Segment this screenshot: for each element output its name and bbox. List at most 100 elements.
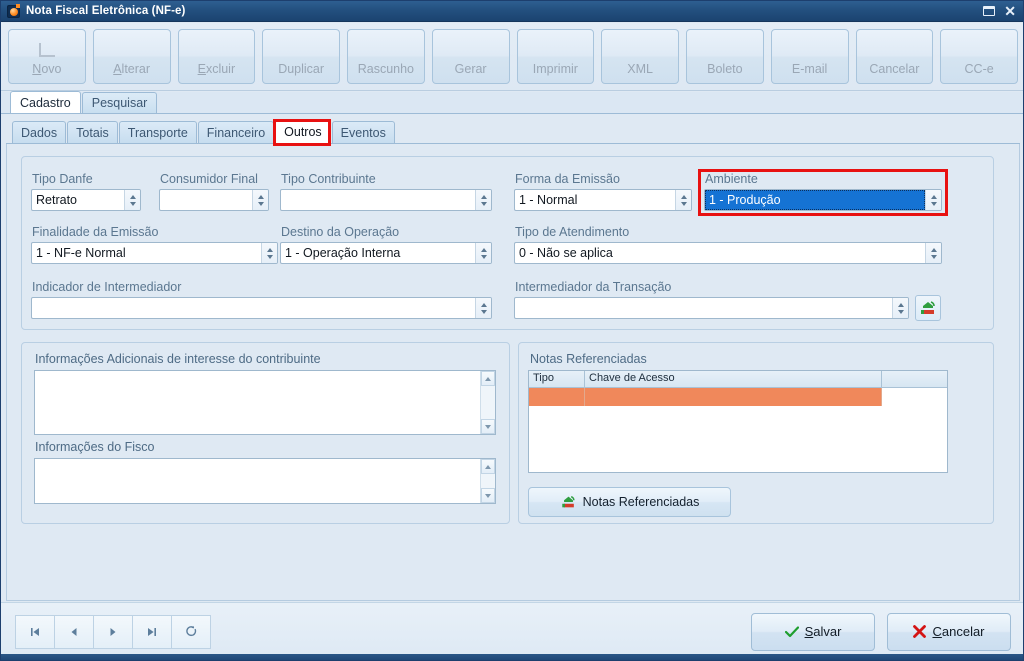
- toolbar-button-alterar[interactable]: Alterar: [92, 29, 171, 84]
- label-finalidade-emissao: Finalidade da Emissão: [32, 225, 159, 239]
- toolbar-button-gerar[interactable]: Gerar: [431, 29, 510, 84]
- outer-tabstrip: Cadastro Pesquisar: [1, 91, 1023, 114]
- toolbar-label-novo: Novo: [32, 62, 62, 76]
- save-button[interactable]: Salvar: [751, 612, 875, 651]
- combo-ambiente-spinner[interactable]: [925, 190, 941, 210]
- nav-prev-button[interactable]: [54, 614, 94, 649]
- combo-intermediador-transacao-spinner[interactable]: [892, 298, 908, 318]
- combo-tipo-contribuinte[interactable]: [280, 189, 492, 211]
- toolbar-label-cce: CC-e: [964, 62, 994, 76]
- combo-tipo-danfe[interactable]: Retrato: [31, 189, 141, 211]
- nav-next-button[interactable]: [93, 614, 133, 649]
- scroll-up-button[interactable]: [481, 371, 495, 386]
- label-indicador-intermediador: Indicador de Intermediador: [32, 280, 182, 294]
- tab-dados[interactable]: Dados: [12, 121, 67, 143]
- combo-tipo-danfe-spinner[interactable]: [124, 190, 140, 210]
- grid-column-tipo[interactable]: Tipo: [529, 371, 585, 387]
- notas-referenciadas-button[interactable]: Notas Referenciadas: [528, 487, 731, 517]
- combo-tipo-atendimento-spinner[interactable]: [925, 243, 941, 263]
- combo-tipo-atendimento[interactable]: 0 - Não se aplica: [514, 242, 942, 264]
- combo-ambiente-value: 1 - Produção: [705, 190, 925, 210]
- toolbar-button-excluir[interactable]: Excluir: [177, 29, 256, 84]
- tab-totais[interactable]: Totais: [67, 121, 118, 143]
- grid-row[interactable]: [529, 388, 947, 406]
- tab-pesquisar[interactable]: Pesquisar: [81, 92, 158, 113]
- label-consumidor-final: Consumidor Final: [160, 172, 258, 186]
- memo-informacoes-adicionais-value[interactable]: [35, 371, 480, 434]
- cancel-button[interactable]: Cancelar: [887, 612, 1011, 651]
- draft-icon: [378, 43, 394, 57]
- memo-fisco-scrollbar[interactable]: [480, 459, 495, 503]
- nav-last-button[interactable]: [132, 614, 172, 649]
- toolbar-button-cancelar[interactable]: Cancelar: [855, 29, 934, 84]
- notas-icon: [561, 495, 575, 508]
- label-destino-operacao: Destino da Operação: [281, 225, 400, 239]
- toolbar-button-boleto[interactable]: Boleto: [686, 29, 764, 84]
- toolbar-button-rascunho[interactable]: Rascunho: [347, 29, 425, 84]
- combo-destino-operacao-spinner[interactable]: [475, 243, 491, 263]
- memo-informacoes-adicionais[interactable]: [34, 370, 496, 435]
- main-toolbar: Novo Alterar Excluir Duplicar Rascunho G…: [1, 23, 1023, 91]
- combo-intermediador-transacao[interactable]: [514, 297, 909, 319]
- cancel-button-label: Cancelar: [932, 624, 985, 639]
- toolbar-label-email: E-mail: [791, 62, 828, 76]
- notas-referenciadas-title: Notas Referenciadas: [530, 352, 647, 366]
- grid-cell-tipo: [529, 388, 585, 406]
- toolbar-label-rascunho: Rascunho: [357, 62, 415, 76]
- tab-outros[interactable]: Outros: [275, 120, 331, 143]
- notas-referenciadas-button-label: Notas Referenciadas: [582, 495, 700, 509]
- toolbar-label-xml: XML: [627, 62, 653, 76]
- memo-informacoes-fisco-value[interactable]: [35, 459, 480, 503]
- combo-consumidor-final[interactable]: [159, 189, 269, 211]
- scroll-track[interactable]: [481, 386, 495, 419]
- combo-tipo-danfe-value: Retrato: [36, 193, 77, 207]
- scroll-up-button[interactable]: [481, 459, 495, 474]
- new-document-icon: [38, 43, 55, 57]
- window-title: Nota Fiscal Eletrônica (NF-e): [26, 5, 186, 17]
- memo-informacoes-fisco[interactable]: [34, 458, 496, 504]
- toolbar-button-cce[interactable]: CC-e: [940, 29, 1018, 84]
- tab-cadastro[interactable]: Cadastro: [10, 91, 81, 113]
- toolbar-button-imprimir[interactable]: Imprimir: [516, 29, 595, 84]
- grid-column-chave[interactable]: Chave de Acesso: [585, 371, 882, 387]
- scroll-track[interactable]: [481, 474, 495, 488]
- restore-window-button[interactable]: [983, 6, 996, 16]
- nav-first-button[interactable]: [15, 614, 55, 649]
- tab-transporte[interactable]: Transporte: [118, 121, 197, 143]
- toolbar-button-novo[interactable]: Novo: [8, 29, 86, 84]
- combo-tipo-contribuinte-spinner[interactable]: [475, 190, 491, 210]
- label-tipo-danfe: Tipo Danfe: [32, 172, 93, 186]
- tab-eventos[interactable]: Eventos: [331, 121, 395, 143]
- scroll-down-button[interactable]: [481, 419, 495, 434]
- combo-destino-operacao[interactable]: 1 - Operação Interna: [280, 242, 492, 264]
- close-window-button[interactable]: ✕: [1004, 4, 1016, 18]
- toolbar-button-email[interactable]: E-mail: [770, 29, 849, 84]
- label-tipo-atendimento: Tipo de Atendimento: [515, 225, 630, 239]
- x-icon: [913, 625, 927, 638]
- combo-forma-emissao[interactable]: 1 - Normal: [514, 189, 692, 211]
- prev-record-icon: [71, 627, 77, 636]
- label-forma-emissao: Forma da Emissão: [515, 172, 620, 186]
- memo-adicionais-scrollbar[interactable]: [480, 371, 495, 434]
- combo-consumidor-final-spinner[interactable]: [252, 190, 268, 210]
- combo-finalidade-emissao-spinner[interactable]: [261, 243, 277, 263]
- toolbar-button-duplicar[interactable]: Duplicar: [262, 29, 340, 84]
- combo-ambiente[interactable]: 1 - Produção: [704, 189, 942, 211]
- toolbar-label-imprimir: Imprimir: [532, 62, 578, 76]
- combo-indicador-intermediador[interactable]: [31, 297, 492, 319]
- notas-referenciadas-grid[interactable]: Tipo Chave de Acesso: [528, 370, 948, 473]
- intermediador-lookup-button[interactable]: [915, 295, 941, 321]
- tab-financeiro[interactable]: Financeiro: [197, 121, 275, 143]
- footer-bar: Salvar Cancelar: [1, 602, 1023, 660]
- toolbar-label-boleto: Boleto: [707, 62, 743, 76]
- combo-finalidade-emissao-value: 1 - NF-e Normal: [36, 246, 126, 260]
- combo-forma-emissao-value: 1 - Normal: [519, 193, 578, 207]
- label-informacoes-adicionais: Informações Adicionais de interesse do c…: [35, 352, 321, 366]
- scroll-down-button[interactable]: [481, 488, 495, 503]
- nav-refresh-button[interactable]: [171, 614, 211, 649]
- combo-finalidade-emissao[interactable]: 1 - NF-e Normal: [31, 242, 278, 264]
- toolbar-label-cancelar: Cancelar: [869, 62, 920, 76]
- combo-indicador-intermediador-spinner[interactable]: [475, 298, 491, 318]
- toolbar-button-xml[interactable]: XML: [601, 29, 679, 84]
- combo-forma-emissao-spinner[interactable]: [675, 190, 691, 210]
